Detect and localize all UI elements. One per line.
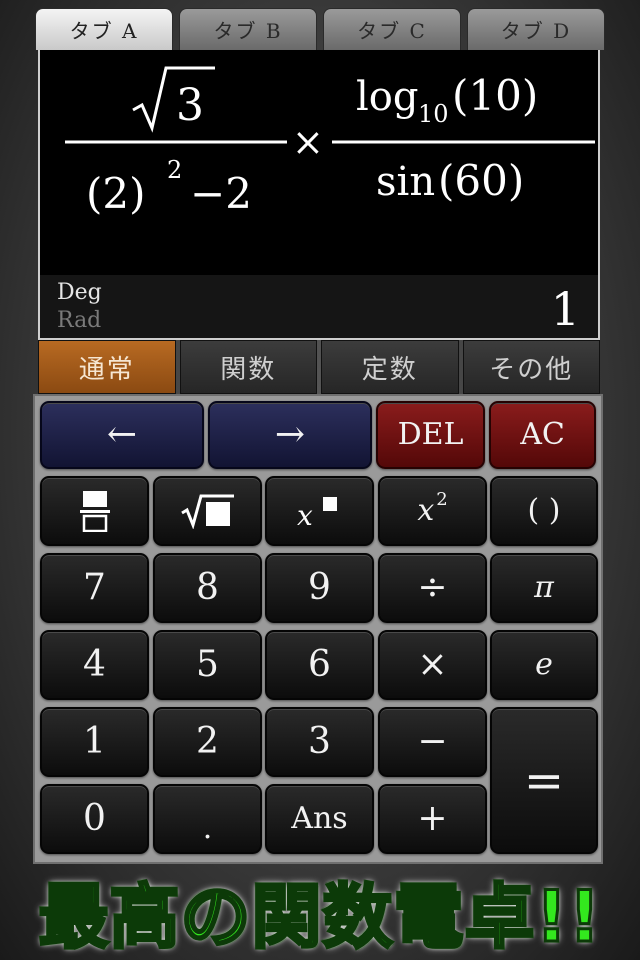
mode-deg[interactable]: Deg [57,280,102,305]
minus-icon: − [417,721,448,762]
digit-9-button[interactable]: 9 [265,553,374,623]
equals-icon: = [523,752,565,809]
sin-text: sin [376,159,435,205]
square-root-button[interactable] [153,476,262,546]
parentheses-label: ( ) [527,493,561,528]
mode-tab-constants[interactable]: 定数 [321,340,459,394]
parentheses-button[interactable]: ( ) [490,476,598,546]
mode-rad[interactable]: Rad [57,308,101,333]
promo-banner: 最高の関数電卓!! [0,862,640,960]
cursor-left-button[interactable]: ← [40,401,204,469]
all-clear-label: AC [520,417,565,452]
tab-c[interactable]: タブ C [323,8,461,50]
svg-text:x: x [297,499,313,529]
divide-button[interactable]: ÷ [378,553,487,623]
multiply-symbol: × [292,120,324,164]
digit-0-button[interactable]: 0 [40,784,149,854]
digit-0-label: 0 [83,798,106,839]
digit-8-button[interactable]: 8 [153,553,262,623]
keypad: ← → DEL AC x x 2 ( ) 7 8 9 ÷ π 4 5 6 × e… [33,394,603,864]
decimal-point-button[interactable]: . [153,784,262,854]
pi-label: π [534,570,554,605]
digit-6-label: 6 [308,644,331,685]
digit-4-label: 4 [83,644,106,685]
square-root-icon [180,494,234,529]
tab-bar: タブ A タブ B タブ C タブ D [35,8,605,50]
expression-area[interactable]: 3 (2) 2 −2 × log 10 (10) sin (60) [40,50,598,275]
arrow-right-icon: → [274,414,306,455]
digit-7-label: 7 [83,567,106,608]
multiply-icon: × [417,644,448,685]
digit-6-button[interactable]: 6 [265,630,374,700]
plus-icon: + [417,798,448,839]
digit-2-button[interactable]: 2 [153,707,262,777]
square-exponent: 2 [436,488,448,510]
calculator-display: 3 (2) 2 −2 × log 10 (10) sin (60) Deg Ra… [38,50,600,340]
digit-3-label: 3 [308,721,331,762]
status-bar: Deg Rad 1 [40,275,598,338]
digit-5-button[interactable]: 5 [153,630,262,700]
digit-3-button[interactable]: 3 [265,707,374,777]
answer-button[interactable]: Ans [265,784,374,854]
fraction-icon [79,491,110,532]
digit-9-label: 9 [308,567,331,608]
divide-icon: ÷ [417,567,448,608]
multiply-button[interactable]: × [378,630,487,700]
delete-label: DEL [397,417,464,452]
euler-e-label: e [535,647,553,682]
mode-tab-normal[interactable]: 通常 [38,340,176,394]
tab-d[interactable]: タブ D [467,8,605,50]
square-base: x [417,493,435,528]
denominator-left-rest: −2 [190,169,252,218]
square-button[interactable]: x 2 [378,476,487,546]
expression-formula: 3 (2) 2 −2 × log 10 (10) sin (60) [65,66,595,218]
cursor-right-button[interactable]: → [208,401,372,469]
minus-button[interactable]: − [378,707,487,777]
denominator-left-base: (2) [86,169,146,218]
result-value: 1 [550,282,580,336]
decimal-point-label: . [202,811,213,846]
digit-1-label: 1 [83,721,106,762]
digit-7-button[interactable]: 7 [40,553,149,623]
tab-b[interactable]: タブ B [179,8,317,50]
digit-5-label: 5 [196,644,219,685]
tab-a[interactable]: タブ A [35,8,173,50]
log-text: log [356,74,418,120]
pi-button[interactable]: π [490,553,598,623]
log-argument: (10) [452,71,538,120]
arrow-left-icon: ← [106,414,138,455]
answer-label: Ans [291,801,348,836]
promo-banner-text: 最高の関数電卓!! [37,874,602,959]
fraction-button[interactable] [40,476,149,546]
mode-tab-other[interactable]: その他 [462,340,600,394]
digit-4-button[interactable]: 4 [40,630,149,700]
mode-tab-functions[interactable]: 関数 [179,340,317,394]
denominator-left-exp: 2 [167,156,182,184]
euler-e-button[interactable]: e [490,630,598,700]
delete-button[interactable]: DEL [376,401,485,469]
plus-button[interactable]: + [378,784,487,854]
sin-argument: (60) [438,156,524,205]
equals-button[interactable]: = [490,707,598,854]
digit-8-label: 8 [196,567,219,608]
numerator-left: 3 [176,80,204,131]
digit-1-button[interactable]: 1 [40,707,149,777]
log-subscript: 10 [418,100,449,128]
digit-2-label: 2 [196,721,219,762]
all-clear-button[interactable]: AC [489,401,596,469]
power-icon: x [297,497,337,529]
power-button[interactable]: x [265,476,374,546]
mode-tab-bar: 通常 関数 定数 その他 [38,340,600,394]
